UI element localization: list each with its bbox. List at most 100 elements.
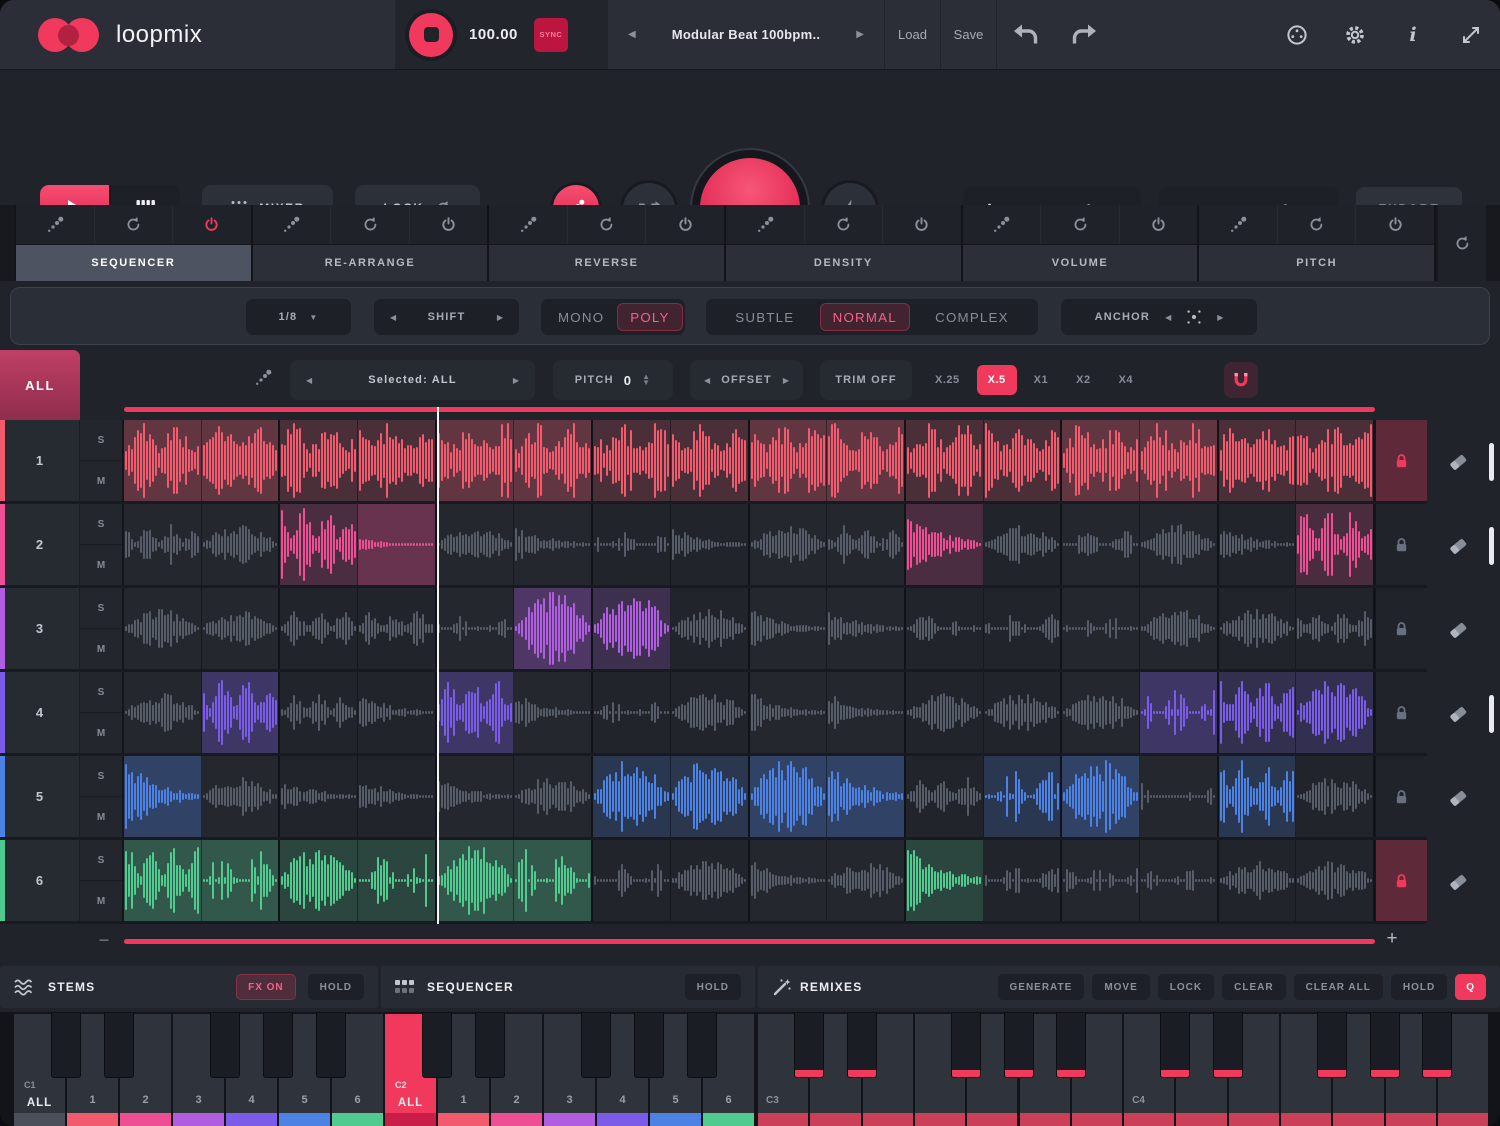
speed-option-x2[interactable]: X2 bbox=[1065, 365, 1101, 395]
grid-cell[interactable] bbox=[906, 504, 984, 585]
grid-cell[interactable] bbox=[514, 588, 593, 669]
module-variation-icon[interactable] bbox=[489, 205, 568, 244]
grid-cell[interactable] bbox=[1062, 672, 1140, 753]
grid-cell[interactable] bbox=[593, 840, 671, 921]
grid-cell[interactable] bbox=[593, 756, 671, 837]
grid-cell[interactable] bbox=[593, 420, 671, 501]
normal-option[interactable]: NORMAL bbox=[820, 303, 910, 331]
modules-refresh-button[interactable] bbox=[1438, 205, 1486, 281]
grid-cell[interactable] bbox=[1140, 840, 1219, 921]
black-key[interactable] bbox=[1213, 1012, 1243, 1078]
black-key[interactable] bbox=[422, 1012, 452, 1078]
black-key[interactable] bbox=[263, 1012, 293, 1078]
track-number[interactable]: 1 bbox=[0, 420, 80, 501]
module-variation-icon[interactable] bbox=[16, 205, 95, 244]
speed-option-x1[interactable]: X1 bbox=[1023, 365, 1059, 395]
mute-button[interactable]: M bbox=[80, 629, 122, 669]
grid-cell[interactable] bbox=[202, 420, 281, 501]
speed-option-x.5[interactable]: X.5 bbox=[977, 365, 1017, 395]
grid-cell[interactable] bbox=[827, 588, 906, 669]
grid-cell[interactable] bbox=[202, 756, 281, 837]
anchor-center-icon[interactable] bbox=[1186, 309, 1202, 325]
midi-button[interactable] bbox=[1268, 0, 1326, 69]
mono-option[interactable]: MONO bbox=[545, 303, 617, 331]
magnet-button[interactable] bbox=[1224, 362, 1258, 398]
grid-cell[interactable] bbox=[1140, 588, 1219, 669]
grid-cell[interactable] bbox=[437, 420, 515, 501]
grid-cell[interactable] bbox=[984, 672, 1063, 753]
grid-cell[interactable] bbox=[437, 840, 515, 921]
grid-cell[interactable] bbox=[827, 672, 906, 753]
grid-cell[interactable] bbox=[750, 756, 828, 837]
grid-cell[interactable] bbox=[280, 840, 358, 921]
speed-option-x4[interactable]: X4 bbox=[1108, 365, 1144, 395]
module-power-icon[interactable] bbox=[1120, 205, 1198, 244]
grid-cell[interactable] bbox=[750, 672, 828, 753]
track-lock-button[interactable] bbox=[1375, 840, 1427, 921]
mute-button[interactable]: M bbox=[80, 881, 122, 921]
grid-cell[interactable] bbox=[124, 840, 202, 921]
grid-cell[interactable] bbox=[827, 504, 906, 585]
scroll-thumb[interactable] bbox=[1489, 443, 1494, 481]
resize-button[interactable] bbox=[1442, 0, 1500, 69]
preset-prev-button[interactable]: ◀ bbox=[628, 29, 636, 40]
solo-button[interactable]: S bbox=[80, 840, 122, 881]
black-key[interactable] bbox=[51, 1012, 81, 1078]
module-variation-icon[interactable] bbox=[1199, 205, 1278, 244]
grid-cell[interactable] bbox=[750, 504, 828, 585]
solo-button[interactable]: S bbox=[80, 420, 122, 461]
module-tab-pitch[interactable]: PITCH bbox=[1199, 205, 1436, 281]
module-tab-volume[interactable]: VOLUME bbox=[963, 205, 1200, 281]
grid-cell[interactable] bbox=[280, 672, 358, 753]
grid-cell[interactable] bbox=[1140, 420, 1219, 501]
remix-lock-button[interactable]: LOCK bbox=[1158, 974, 1214, 1000]
grid-cell[interactable] bbox=[984, 588, 1063, 669]
module-refresh-icon[interactable] bbox=[568, 205, 647, 244]
module-refresh-icon[interactable] bbox=[331, 205, 410, 244]
grid-cell[interactable] bbox=[514, 840, 593, 921]
complex-option[interactable]: COMPLEX bbox=[922, 303, 1022, 331]
grid-cell[interactable] bbox=[984, 504, 1063, 585]
grid-cell[interactable] bbox=[358, 588, 437, 669]
rate-dropdown[interactable]: 1/8 ▼ bbox=[246, 299, 351, 335]
mute-button[interactable]: M bbox=[80, 797, 122, 837]
module-variation-icon[interactable] bbox=[963, 205, 1042, 244]
grid-cell[interactable] bbox=[593, 504, 671, 585]
select-prev-button[interactable]: ◀ bbox=[306, 376, 312, 385]
module-power-icon[interactable] bbox=[883, 205, 961, 244]
grid-cell[interactable] bbox=[202, 840, 281, 921]
quantize-button[interactable]: Q bbox=[1455, 974, 1486, 1000]
black-key[interactable] bbox=[1422, 1012, 1452, 1078]
grid-cell[interactable] bbox=[1062, 840, 1140, 921]
grid-cell[interactable] bbox=[1062, 420, 1140, 501]
track-scrollbar[interactable] bbox=[1489, 672, 1500, 756]
track-clear-button[interactable] bbox=[1427, 672, 1489, 756]
solo-button[interactable]: S bbox=[80, 756, 122, 797]
solo-button[interactable]: S bbox=[80, 588, 122, 629]
black-key[interactable] bbox=[1056, 1012, 1086, 1078]
grid-cell[interactable] bbox=[1219, 504, 1297, 585]
track-clear-button[interactable] bbox=[1427, 504, 1489, 588]
remix-clear-button[interactable]: CLEAR bbox=[1222, 974, 1285, 1000]
poly-option[interactable]: POLY bbox=[617, 303, 682, 331]
module-tab-density[interactable]: DENSITY bbox=[726, 205, 963, 281]
track-scrollbar[interactable] bbox=[1489, 504, 1500, 588]
grid-cell[interactable] bbox=[1296, 672, 1375, 753]
grid-cell[interactable] bbox=[827, 420, 906, 501]
grid-cell[interactable] bbox=[1062, 504, 1140, 585]
preset-next-button[interactable]: ▶ bbox=[856, 29, 864, 40]
grid-cell[interactable] bbox=[1219, 672, 1297, 753]
grid-cell[interactable] bbox=[671, 672, 750, 753]
grid-cell[interactable] bbox=[124, 504, 202, 585]
mute-button[interactable]: M bbox=[80, 545, 122, 585]
grid-cell[interactable] bbox=[671, 504, 750, 585]
track-clear-button[interactable] bbox=[1427, 756, 1489, 840]
undo-button[interactable] bbox=[997, 0, 1055, 69]
select-next-button[interactable]: ▶ bbox=[513, 376, 519, 385]
module-refresh-icon[interactable] bbox=[1041, 205, 1120, 244]
grid-cell[interactable] bbox=[671, 756, 750, 837]
grid-cell[interactable] bbox=[984, 840, 1063, 921]
grid-cell[interactable] bbox=[124, 420, 202, 501]
module-refresh-icon[interactable] bbox=[95, 205, 174, 244]
grid-cell[interactable] bbox=[671, 840, 750, 921]
